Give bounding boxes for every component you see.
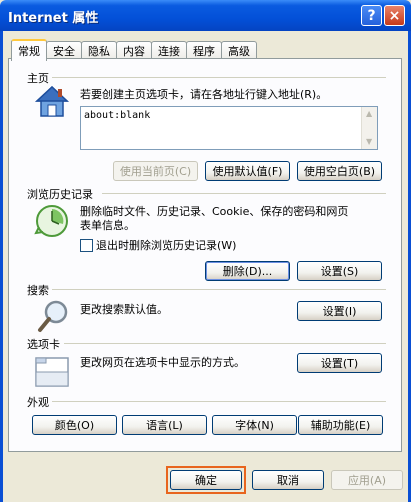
delete-history-button[interactable]: 删除(D)... — [205, 261, 290, 281]
tabs-group-label: 选项卡 — [27, 338, 60, 351]
scroll-down-icon: ▼ — [366, 137, 373, 146]
accessibility-button[interactable]: 辅助功能(E) — [298, 415, 383, 435]
tabs-group-divider — [64, 343, 386, 344]
history-clock-icon — [34, 205, 68, 237]
magnifier-icon — [38, 300, 68, 332]
tabs-settings-button[interactable]: 设置(T) — [297, 353, 382, 373]
cancel-button[interactable]: 取消 — [252, 470, 324, 490]
help-button[interactable]: ? — [361, 5, 382, 26]
use-current-page-button[interactable]: 使用当前页(C) — [113, 161, 198, 181]
homepage-description: 若要创建主页选项卡，请在各地址行键入地址(R)。 — [80, 88, 328, 101]
homepage-url-value: about:blank — [84, 110, 151, 121]
window-frame-left — [0, 31, 3, 502]
window-title: Internet 属性 — [8, 11, 99, 26]
history-description-line1: 删除临时文件、历史记录、Cookie、保存的密码和网页 — [80, 205, 349, 218]
search-description: 更改搜索默认值。 — [80, 303, 168, 316]
use-default-button[interactable]: 使用默认值(F) — [205, 161, 290, 181]
ok-button[interactable]: 确定 — [170, 470, 242, 490]
homepage-url-field[interactable]: about:blank ▲ ▼ — [80, 106, 378, 150]
search-group-divider — [52, 289, 386, 290]
colors-button[interactable]: 颜色(O) — [32, 415, 117, 435]
delete-on-exit-label[interactable]: 退出时删除浏览历史记录(W) — [96, 239, 236, 253]
homepage-group-divider — [52, 77, 386, 78]
delete-on-exit-checkbox[interactable] — [80, 239, 93, 252]
history-group-label: 浏览历史记录 — [27, 188, 93, 201]
appearance-group-label: 外观 — [27, 396, 49, 409]
history-group-divider — [102, 193, 386, 194]
apply-button[interactable]: 应用(A) — [331, 470, 403, 490]
tab-strip: 常规 安全 隐私 内容 连接 程序 高级 — [11, 39, 257, 61]
use-blank-button[interactable]: 使用空白页(B) — [297, 161, 382, 181]
history-description-line2: 表单信息。 — [80, 219, 135, 232]
scroll-up-icon: ▲ — [366, 109, 373, 118]
close-button[interactable]: × — [384, 5, 405, 26]
title-bar: Internet 属性 ? × — [0, 0, 411, 31]
appearance-group-divider — [52, 401, 386, 402]
fonts-button[interactable]: 字体(N) — [212, 415, 297, 435]
history-settings-button[interactable]: 设置(S) — [297, 261, 382, 281]
tab-general[interactable]: 常规 — [11, 39, 47, 61]
house-icon — [35, 85, 69, 117]
search-group-label: 搜索 — [27, 284, 49, 297]
languages-button[interactable]: 语言(L) — [122, 415, 207, 435]
search-settings-button[interactable]: 设置(I) — [297, 301, 382, 321]
url-field-scrollbar[interactable]: ▲ ▼ — [361, 107, 377, 149]
tabs-window-icon — [35, 357, 69, 387]
tabs-description: 更改网页在选项卡中显示的方式。 — [80, 356, 245, 369]
